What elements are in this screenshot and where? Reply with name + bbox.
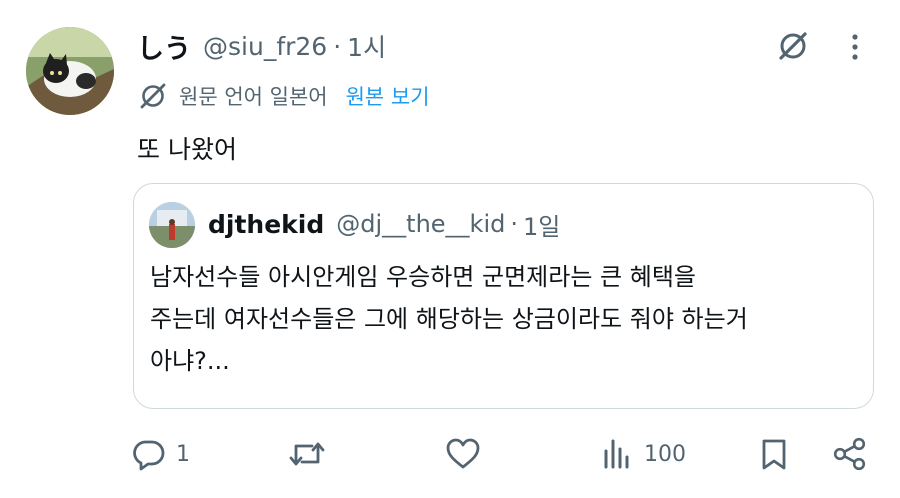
like-button[interactable] [444, 430, 492, 478]
retweet-icon [289, 442, 325, 466]
quoted-tweet-header: djthekid @dj__the__kid · 1일 [208, 204, 560, 244]
reply-count: 1 [176, 441, 190, 467]
tweet-text: 또 나왔어 [137, 135, 237, 164]
more-vertical-icon [852, 34, 858, 60]
separator-dot: · [333, 31, 342, 61]
bar-chart-icon [604, 439, 629, 469]
grok-button[interactable] [774, 27, 812, 65]
quoted-tweet-text: 남자선수들 아시안게임 우승하면 군면제라는 큰 혜택을 주는데 여자선수들은 … [150, 256, 870, 382]
author-display-name[interactable]: しう [137, 27, 191, 66]
tweet-action-bar: 1 100 [0, 430, 900, 478]
more-options-button[interactable] [840, 27, 870, 67]
heart-icon [446, 438, 480, 469]
translate-icon [137, 80, 169, 112]
share-button[interactable] [832, 430, 868, 478]
quoted-tweet-card[interactable]: djthekid @dj__the__kid · 1일 남자선수들 아시안게임 … [133, 183, 874, 409]
tweet-timestamp[interactable]: 1시 [347, 28, 386, 64]
author-avatar[interactable] [26, 27, 114, 115]
quoted-author-handle: @dj__the__kid [336, 210, 506, 238]
quoted-text-line: 남자선수들 아시안게임 우승하면 군면제라는 큰 혜택을 [150, 263, 696, 291]
quoted-author-display-name: djthekid [208, 209, 325, 239]
quoted-text-line: 아냐?... [150, 347, 230, 375]
bookmark-icon [762, 439, 786, 470]
quoted-author-avatar[interactable] [149, 202, 195, 248]
tweet-header: しう @siu_fr26 · 1시 [137, 26, 386, 66]
reply-button[interactable]: 1 [132, 430, 190, 478]
original-language-label: 원문 언어 일본어 [179, 85, 328, 109]
author-handle[interactable]: @siu_fr26 [203, 32, 327, 61]
view-count: 100 [644, 441, 686, 467]
views-button[interactable]: 100 [600, 430, 686, 478]
separator-dot: · [510, 210, 518, 238]
translation-row: 원문 언어 일본어 원본 보기 [137, 80, 430, 112]
person-photo-avatar [149, 202, 195, 248]
bookmark-button[interactable] [757, 430, 791, 478]
reply-icon [133, 440, 165, 471]
show-original-link[interactable]: 원본 보기 [346, 81, 430, 111]
grok-icon [779, 32, 807, 60]
cat-photo-avatar [26, 27, 114, 115]
quoted-tweet-timestamp: 1일 [523, 212, 561, 241]
quoted-text-line: 주는데 여자선수들은 그에 해당하는 상금이라도 줘야 하는거 [150, 305, 748, 333]
retweet-button[interactable] [288, 430, 336, 478]
share-icon [833, 437, 866, 471]
